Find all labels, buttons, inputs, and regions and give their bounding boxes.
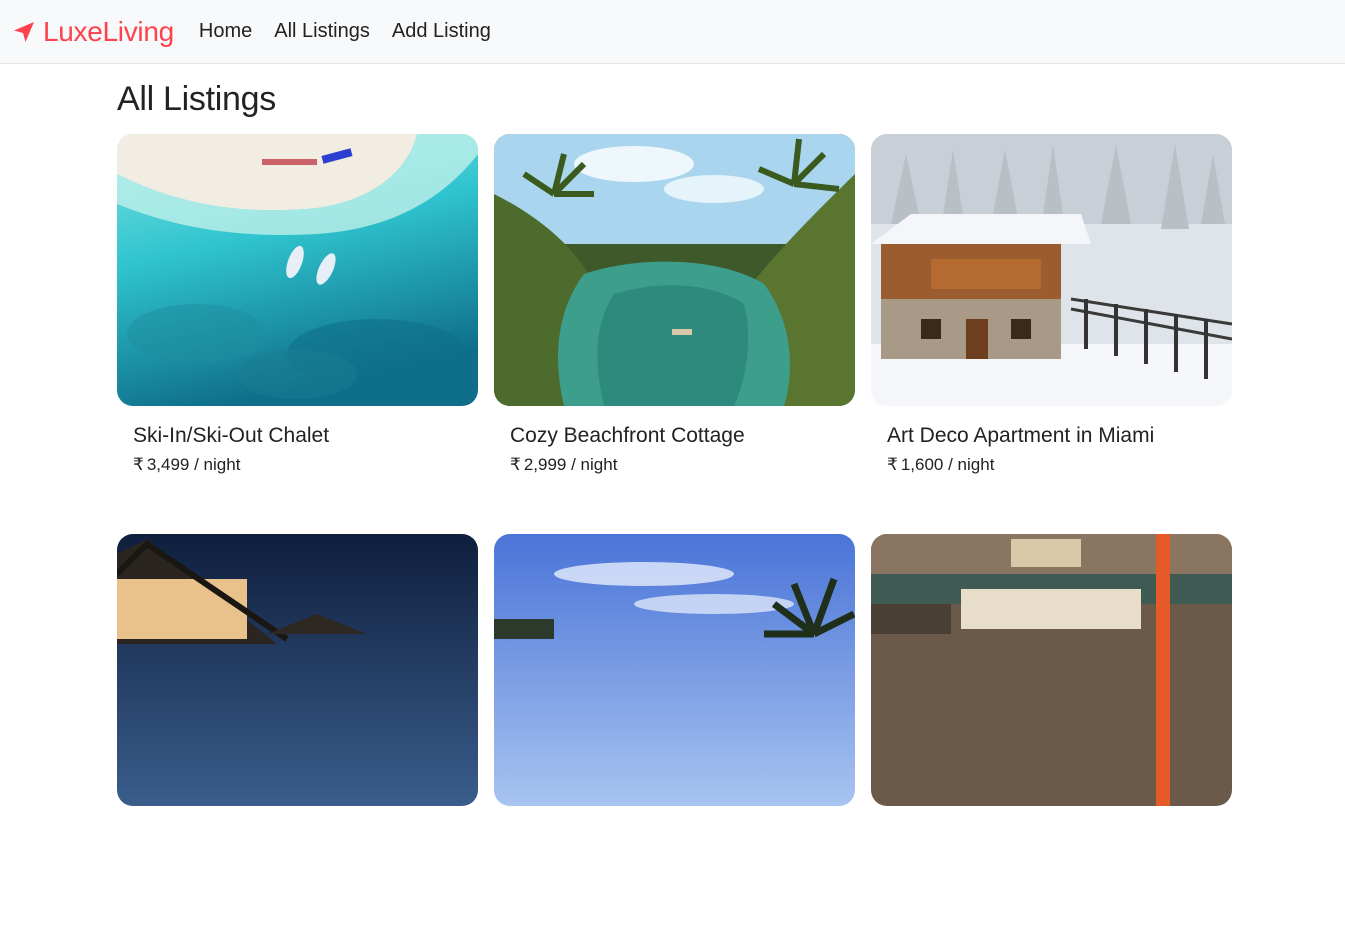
currency-symbol: ₹ xyxy=(133,455,144,474)
listing-image xyxy=(871,534,1232,806)
listing-price: ₹1,600 / night xyxy=(887,455,1232,475)
listing-title: Cozy Beachfront Cottage xyxy=(510,424,745,447)
listing-price xyxy=(133,829,478,849)
nav-link-all-listings[interactable]: All Listings xyxy=(274,20,370,43)
listing-price: ₹3,499 / night xyxy=(133,455,478,475)
listing-price xyxy=(887,829,1232,849)
listing-card[interactable]: Ski-In/Ski-Out Chalet ₹3,499 / night xyxy=(117,134,478,534)
listing-image xyxy=(117,134,478,406)
currency-symbol: ₹ xyxy=(510,455,521,474)
price-unit: / night xyxy=(571,455,618,474)
brand-name: LuxeLiving xyxy=(43,15,174,47)
price-unit: / night xyxy=(194,455,241,474)
price-amount: 1,600 xyxy=(900,455,944,474)
listing-card[interactable] xyxy=(871,534,1232,934)
listing-title: Art Deco Apartment in Miami xyxy=(887,424,1155,447)
nav-link-add-listing[interactable]: Add Listing xyxy=(392,20,491,43)
price-amount: 3,499 xyxy=(146,455,190,474)
nav-links: Home All Listings Add Listing xyxy=(199,20,513,43)
brand-link[interactable]: LuxeLiving xyxy=(12,16,174,48)
price-unit: / night xyxy=(948,455,995,474)
listing-card[interactable]: Cozy Beachfront Cottage ₹2,999 / night xyxy=(494,134,855,534)
listing-card[interactable] xyxy=(494,534,855,934)
listing-image xyxy=(494,134,855,406)
nav-link-home[interactable]: Home xyxy=(199,20,252,43)
price-amount: 2,999 xyxy=(523,455,567,474)
listing-price xyxy=(510,829,855,849)
listing-title: Ski-In/Ski-Out Chalet xyxy=(133,424,330,447)
listing-image xyxy=(871,134,1232,406)
currency-symbol: ₹ xyxy=(887,455,898,474)
listing-image xyxy=(117,534,478,806)
compass-arrow-icon xyxy=(12,20,36,44)
listings-grid: Ski-In/Ski-Out Chalet ₹3,499 / night Coz… xyxy=(117,134,1232,934)
listing-image xyxy=(494,534,855,806)
listing-card[interactable] xyxy=(117,534,478,934)
listing-price: ₹2,999 / night xyxy=(510,455,855,475)
page-title: All Listings xyxy=(117,80,276,118)
navbar: LuxeLiving Home All Listings Add Listing xyxy=(0,0,1345,64)
listing-card[interactable]: Art Deco Apartment in Miami ₹1,600 / nig… xyxy=(871,134,1232,534)
